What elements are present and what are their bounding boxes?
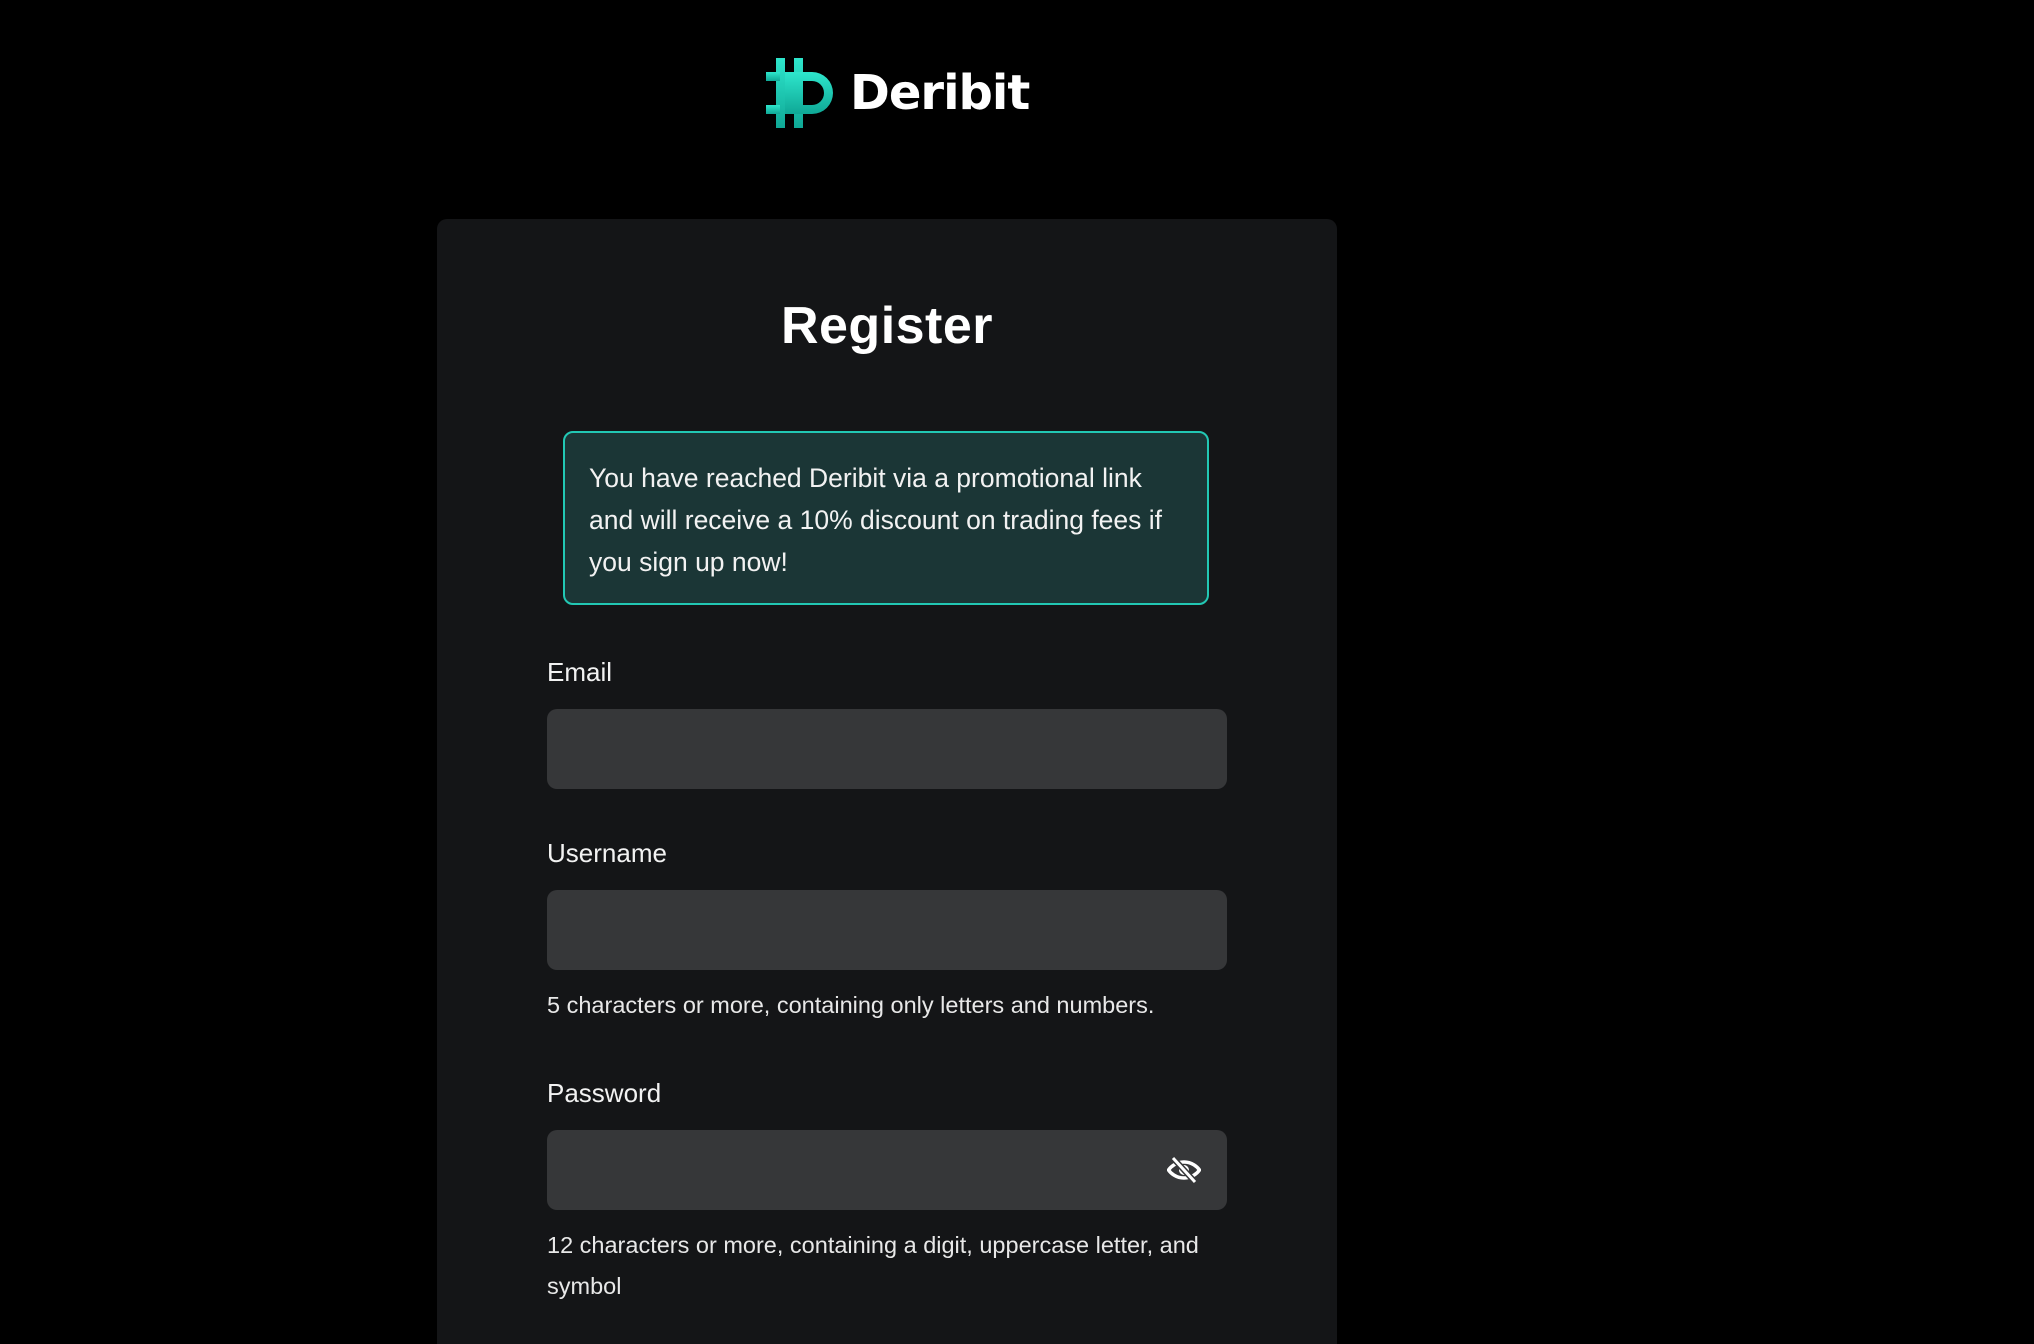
username-hint: 5 characters or more, containing only le… [547, 992, 1155, 1018]
password-label: Password [547, 1078, 662, 1108]
deribit-logo[interactable]: Deribit [766, 56, 1030, 130]
password-field[interactable] [547, 1130, 1227, 1210]
deribit-logo-mark-icon [766, 58, 833, 128]
username-field[interactable] [547, 890, 1227, 970]
register-page: Deribit Register You have reached Deribi… [0, 0, 2034, 1344]
toggle-password-visibility-button[interactable] [1164, 1153, 1204, 1187]
email-label: Email [547, 657, 613, 687]
eye-slash-icon [1167, 1156, 1201, 1184]
promo-banner: You have reached Deribit via a promotion… [563, 431, 1209, 605]
email-field[interactable] [547, 709, 1227, 789]
page-title: Register [780, 297, 994, 355]
username-label: Username [547, 838, 667, 868]
logo-wordmark: Deribit [850, 65, 1030, 121]
password-hint: 12 characters or more, containing a digi… [547, 1232, 1199, 1299]
